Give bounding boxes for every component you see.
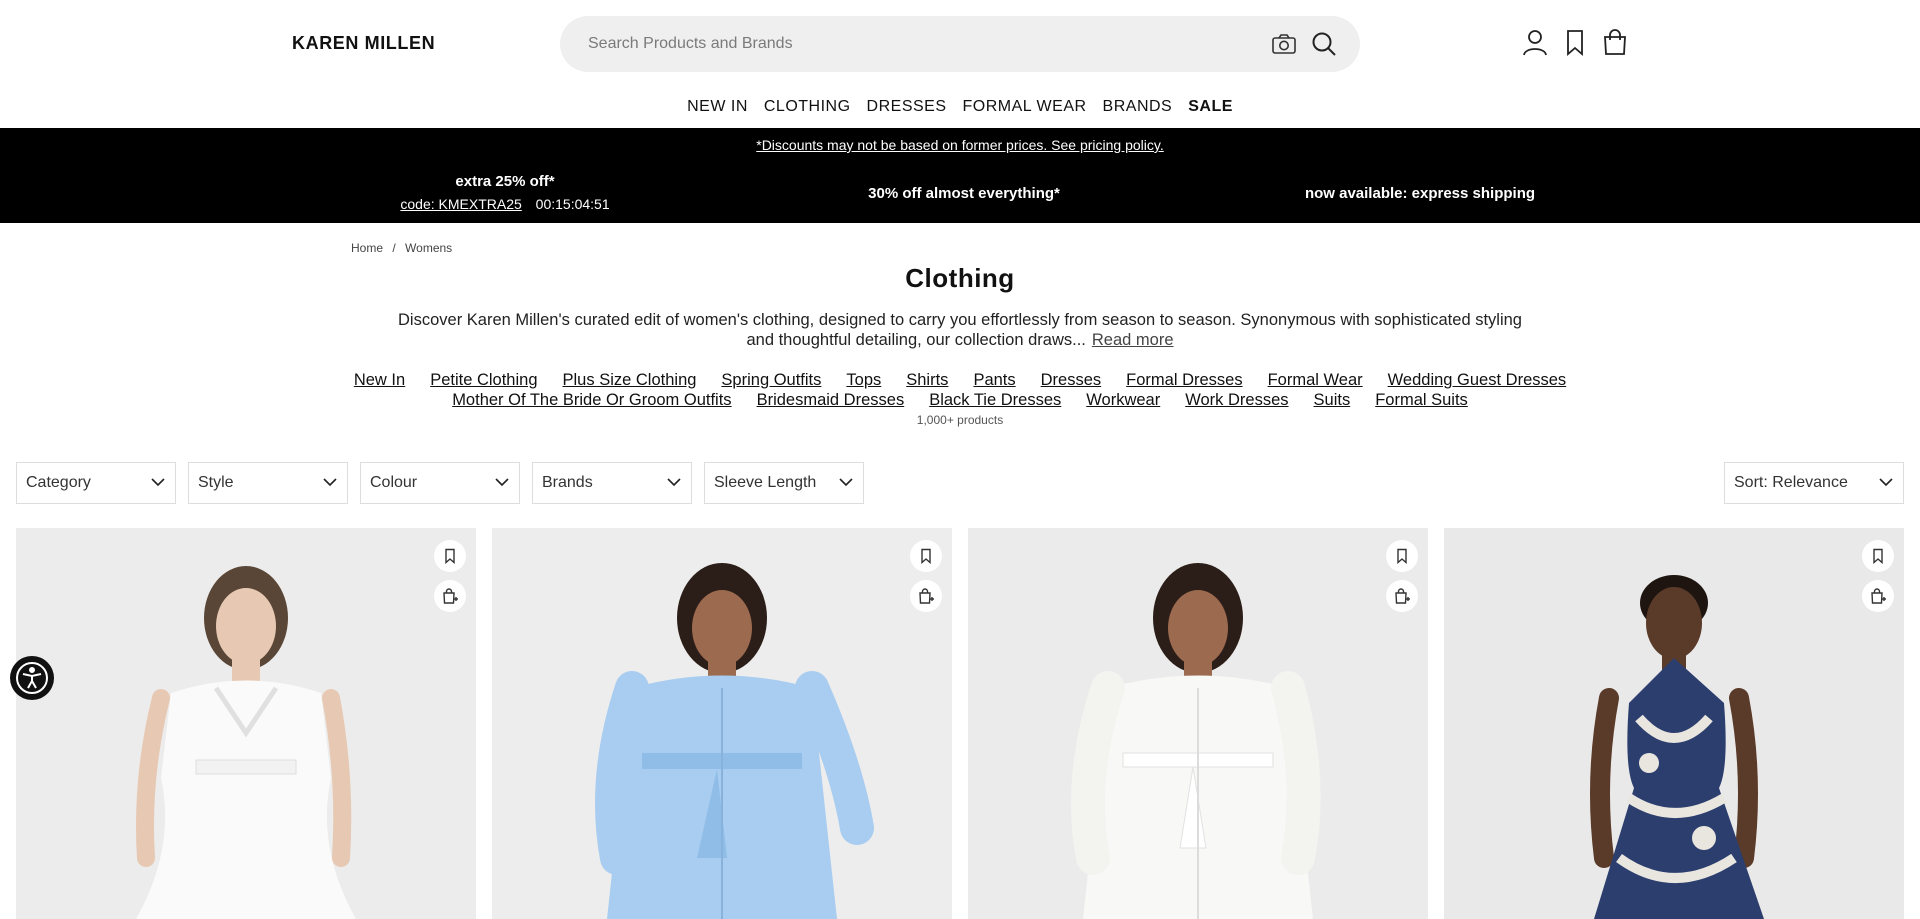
breadcrumb-home[interactable]: Home [351, 241, 383, 255]
sort-label: Sort: Relevance [1734, 474, 1848, 491]
category-link[interactable]: Formal Wear [1268, 371, 1363, 390]
filter-label: Sleeve Length [714, 474, 817, 491]
category-link[interactable]: Spring Outfits [721, 371, 821, 390]
category-links-row-2: Mother Of The Bride Or Groom Outfits Bri… [0, 391, 1920, 410]
product-card[interactable] [16, 528, 476, 919]
wishlist-button[interactable] [1862, 540, 1894, 572]
brand-logo[interactable]: KAREN MILLEN [292, 33, 435, 54]
promo-offer-code: extra 25% off* code: KMEXTRA25 00:15:04:… [380, 173, 630, 212]
category-link[interactable]: Workwear [1086, 391, 1160, 410]
product-card[interactable] [968, 528, 1428, 919]
wishlist-button[interactable] [910, 540, 942, 572]
promo-code[interactable]: code: KMEXTRA25 [400, 196, 521, 212]
nav-formal-wear[interactable]: FORMAL WEAR [963, 98, 1087, 116]
category-link[interactable]: Mother Of The Bride Or Groom Outfits [452, 391, 731, 410]
add-to-bag-icon [1395, 588, 1410, 604]
filter-category-dropdown[interactable]: Category [16, 462, 176, 504]
bookmark-icon [445, 548, 455, 564]
chevron-down-icon [151, 478, 165, 487]
category-link[interactable]: Bridesmaid Dresses [757, 391, 905, 410]
wishlist-button[interactable] [434, 540, 466, 572]
breadcrumb-womens[interactable]: Womens [405, 241, 452, 255]
accessibility-icon [16, 662, 48, 694]
promo-offer-title: extra 25% off* [455, 173, 555, 190]
promo-banner: *Discounts may not be based on former pr… [0, 128, 1920, 223]
bag-icon[interactable] [1601, 28, 1629, 56]
filter-label: Category [26, 474, 91, 491]
product-image[interactable] [16, 528, 476, 919]
category-link[interactable]: Formal Dresses [1126, 371, 1242, 390]
sort-dropdown[interactable]: Sort: Relevance [1724, 462, 1904, 504]
category-link[interactable]: Pants [973, 371, 1015, 390]
bookmark-icon [1873, 548, 1883, 564]
category-links-row-1: New In Petite Clothing Plus Size Clothin… [0, 371, 1920, 390]
category-link[interactable]: Wedding Guest Dresses [1388, 371, 1567, 390]
camera-icon[interactable] [1271, 32, 1297, 56]
category-link[interactable]: Dresses [1041, 371, 1102, 390]
product-image[interactable] [968, 528, 1428, 919]
nav-dresses[interactable]: DRESSES [867, 98, 947, 116]
quick-add-button[interactable] [434, 580, 466, 612]
accessibility-button[interactable] [10, 656, 54, 700]
chevron-down-icon [1879, 478, 1893, 487]
product-count: 1,000+ products [916, 413, 1004, 427]
account-icon[interactable] [1521, 28, 1549, 56]
breadcrumb-separator: / [392, 241, 396, 255]
pricing-policy-link[interactable]: *Discounts may not be based on former pr… [0, 137, 1920, 153]
chevron-down-icon [839, 478, 853, 487]
category-link[interactable]: Shirts [906, 371, 948, 390]
read-more-link[interactable]: Read more [1092, 331, 1174, 349]
category-link[interactable]: Tops [846, 371, 881, 390]
nav-new-in[interactable]: NEW IN [687, 98, 748, 116]
filter-label: Brands [542, 474, 593, 491]
chevron-down-icon [323, 478, 337, 487]
add-to-bag-icon [1871, 588, 1886, 604]
product-card[interactable] [1444, 528, 1904, 919]
bookmark-icon [921, 548, 931, 564]
product-image[interactable] [492, 528, 952, 919]
countdown-timer: 00:15:04:51 [535, 196, 610, 212]
chevron-down-icon [667, 478, 681, 487]
add-to-bag-icon [919, 588, 934, 604]
category-link[interactable]: New In [354, 371, 405, 390]
filter-label: Style [198, 474, 234, 491]
category-link[interactable]: Black Tie Dresses [929, 391, 1061, 410]
category-description: Discover Karen Millen's curated edit of … [395, 310, 1525, 350]
nav-clothing[interactable]: CLOTHING [764, 98, 851, 116]
search-icon[interactable] [1310, 30, 1338, 58]
add-to-bag-icon [443, 588, 458, 604]
category-link[interactable]: Petite Clothing [430, 371, 537, 390]
promo-express-shipping[interactable]: now available: express shipping [1290, 185, 1550, 202]
promo-offer-discount[interactable]: 30% off almost everything* [860, 185, 1068, 202]
search-input[interactable] [588, 16, 1188, 72]
product-card[interactable] [492, 528, 952, 919]
filter-brands-dropdown[interactable]: Brands [532, 462, 692, 504]
page-title: Clothing [905, 263, 1015, 293]
breadcrumb: Home / Womens [351, 241, 458, 255]
category-link[interactable]: Work Dresses [1185, 391, 1288, 410]
chevron-down-icon [495, 478, 509, 487]
category-link[interactable]: Suits [1314, 391, 1351, 410]
filter-style-dropdown[interactable]: Style [188, 462, 348, 504]
nav-brands[interactable]: BRANDS [1103, 98, 1173, 116]
filter-colour-dropdown[interactable]: Colour [360, 462, 520, 504]
site-header: KAREN MILLEN [0, 0, 1920, 86]
filter-sleeve-length-dropdown[interactable]: Sleeve Length [704, 462, 864, 504]
description-text: Discover Karen Millen's curated edit of … [398, 311, 1522, 349]
nav-sale[interactable]: SALE [1188, 98, 1233, 116]
quick-add-button[interactable] [1862, 580, 1894, 612]
quick-add-button[interactable] [910, 580, 942, 612]
filter-label: Colour [370, 474, 418, 491]
product-image[interactable] [1444, 528, 1904, 919]
quick-add-button[interactable] [1386, 580, 1418, 612]
category-link[interactable]: Plus Size Clothing [563, 371, 697, 390]
wishlist-button[interactable] [1386, 540, 1418, 572]
search-bar[interactable] [560, 16, 1360, 72]
main-navigation: NEW IN CLOTHING DRESSES FORMAL WEAR BRAN… [0, 98, 1920, 116]
wishlist-icon[interactable] [1561, 28, 1589, 56]
category-link[interactable]: Formal Suits [1375, 391, 1468, 410]
bookmark-icon [1397, 548, 1407, 564]
